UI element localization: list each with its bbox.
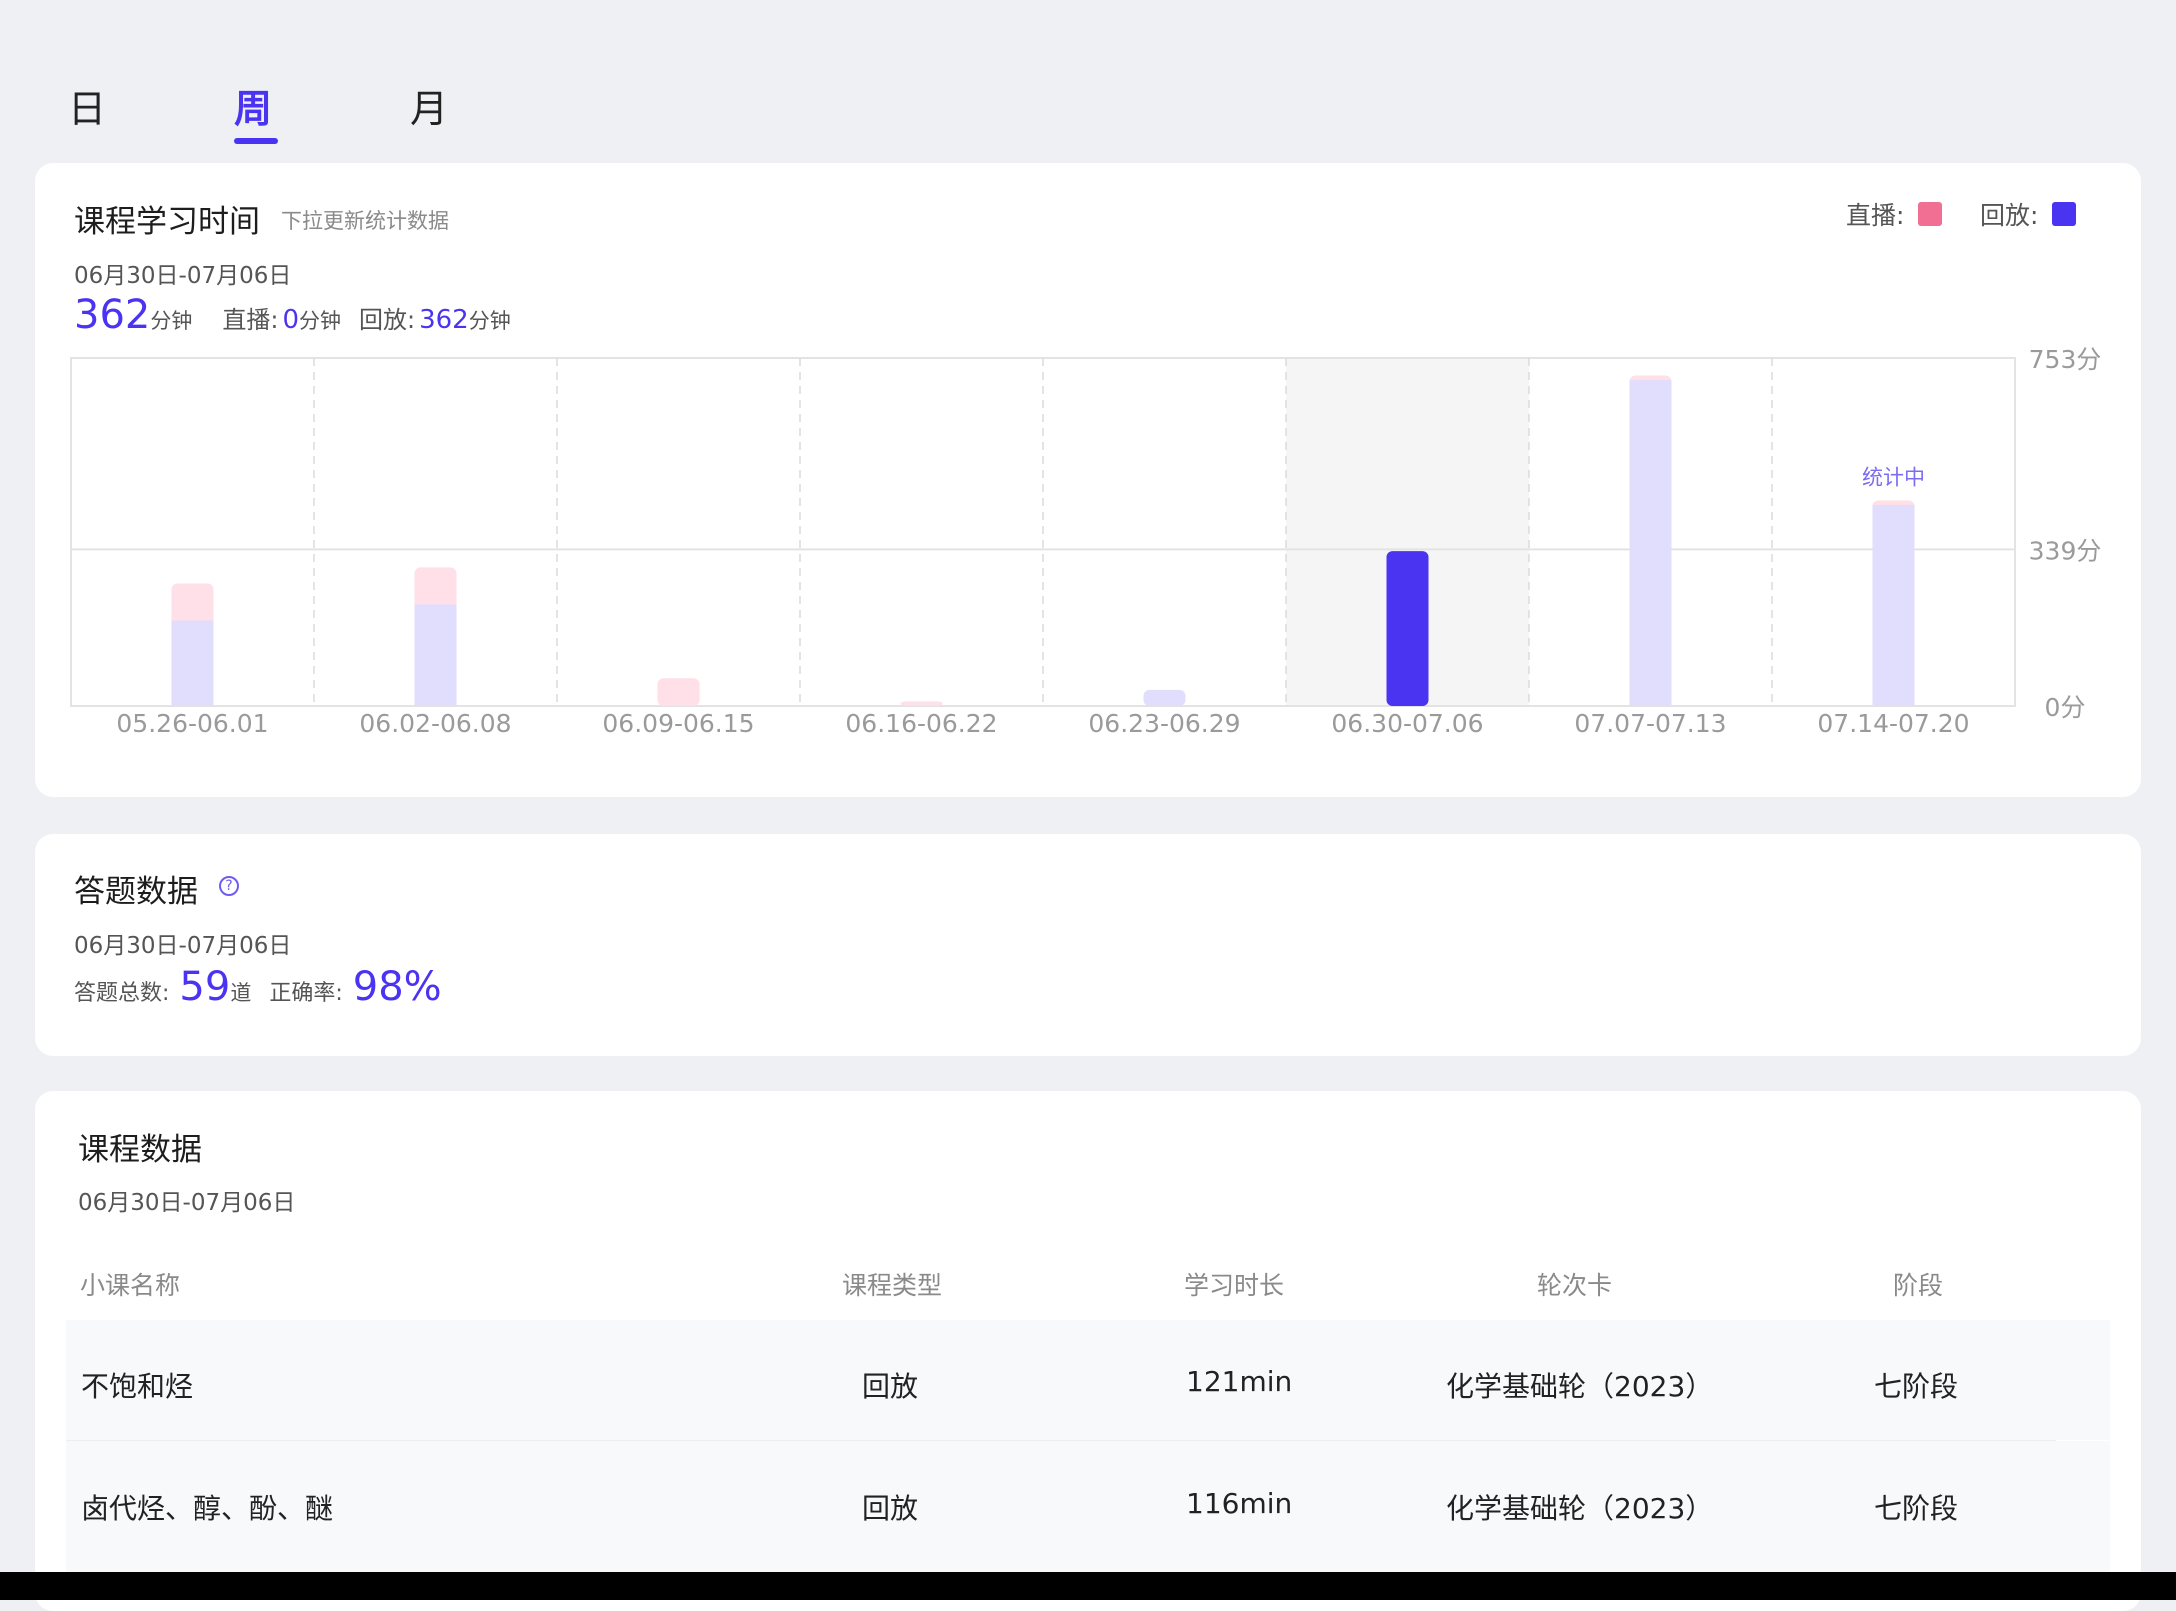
y-tick-label: 753分: [2029, 345, 2102, 374]
accuracy-value: 98%: [352, 964, 442, 1010]
cell-stage: 七阶段: [1874, 1370, 1959, 1403]
bar-replay: [171, 620, 214, 706]
bar-annotation: 统计中: [1862, 465, 1925, 489]
answer-summary: 答题总数: 59 道 正确率: 98%: [74, 964, 442, 1010]
header-course-type: 课程类型: [842, 1271, 943, 1300]
answer-range: 06月30日-07月06日: [74, 933, 292, 959]
x-tick-label: 06.09-06.15: [602, 709, 754, 738]
course-range: 06月30日-07月06日: [78, 1190, 296, 1216]
x-tick-label: 06.02-06.08: [359, 709, 511, 738]
x-tick-label: 06.16-06.22: [845, 709, 997, 738]
x-tick-label: 05.26-06.01: [116, 709, 268, 738]
answer-title: 答题数据: [74, 874, 198, 910]
answer-total-unit: 道: [230, 981, 252, 1005]
bar-replay: [414, 604, 457, 706]
cell-course-type: 回放: [862, 1370, 919, 1403]
bar-replay: [1386, 551, 1429, 706]
table-row[interactable]: [66, 1441, 2110, 1572]
x-tick-label: 06.23-06.29: [1088, 709, 1240, 738]
cell-stage: 七阶段: [1874, 1492, 1959, 1525]
answer-card: [35, 834, 2141, 1056]
answer-total-label: 答题总数:: [74, 981, 170, 1006]
x-tick-label: 07.14-07.20: [1817, 709, 1969, 738]
accuracy-label: 正确率:: [269, 981, 343, 1006]
cell-course-type: 回放: [862, 1492, 919, 1525]
y-tick-label: 339分: [2029, 536, 2102, 565]
header-study-duration: 学习时长: [1184, 1271, 1285, 1300]
y-tick-label: 0分: [2045, 693, 2086, 722]
bar-live: [900, 701, 943, 706]
bar-live: [657, 678, 700, 706]
course-title: 课程数据: [78, 1132, 202, 1168]
x-tick-label: 06.30-07.06: [1331, 709, 1483, 738]
bar-replay: [1143, 689, 1186, 706]
cell-lesson-name: 卤代烃、醇、酚、醚: [81, 1492, 334, 1525]
weekly-study-chart: 753分 339分 0分 05.26-06.01 06.02-06.08 06.09-06…: [70, 345, 2102, 738]
cell-round-card: 化学基础轮（2023）: [1446, 1492, 1714, 1525]
header-lesson-name: 小课名称: [80, 1271, 181, 1300]
x-tick-label: 07.07-07.13: [1574, 709, 1726, 738]
header-round-card: 轮次卡: [1537, 1271, 1613, 1300]
cell-study-duration: 116min: [1186, 1487, 1293, 1520]
question-circle-icon[interactable]: ?: [219, 876, 239, 896]
answer-total-value: 59: [179, 964, 231, 1010]
bar-replay: [1872, 504, 1915, 706]
header-stage: 阶段: [1893, 1271, 1944, 1300]
bar-replay: [1629, 380, 1672, 706]
cell-lesson-name: 不饱和烃: [81, 1370, 194, 1403]
table-row[interactable]: [66, 1320, 2110, 1440]
cell-study-duration: 121min: [1186, 1365, 1293, 1398]
cell-round-card: 化学基础轮（2023）: [1446, 1370, 1714, 1403]
system-bottom-bar: [0, 1572, 2176, 1600]
